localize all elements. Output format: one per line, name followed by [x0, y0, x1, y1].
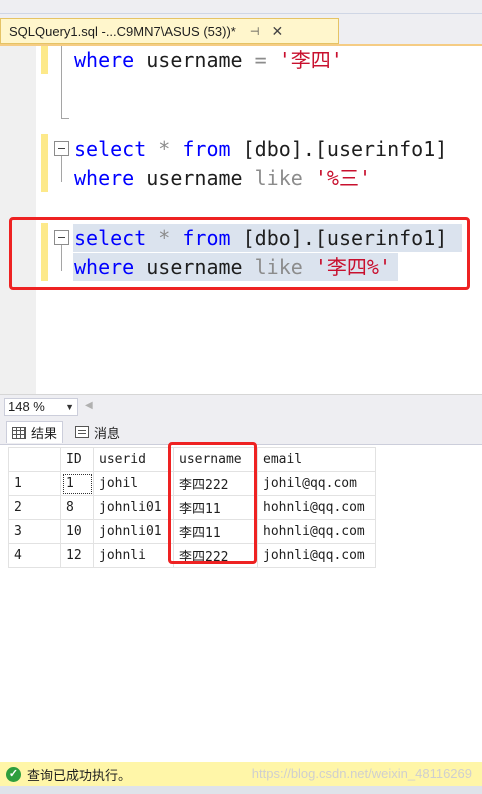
close-icon[interactable]: ✕	[271, 23, 283, 40]
cell-id[interactable]: 8	[60, 495, 94, 520]
tab-results[interactable]: 结果	[6, 421, 64, 443]
cell-userid[interactable]: johnli01	[93, 519, 174, 544]
status-text: 查询已成功执行。	[27, 767, 132, 783]
cell-email[interactable]: hohnli@qq.com	[257, 519, 376, 544]
cell-id[interactable]: 1	[60, 471, 94, 496]
watermark: https://blog.csdn.net/weixin_48116269	[251, 766, 472, 781]
cell-userid[interactable]: johnli	[93, 543, 174, 568]
cell-id[interactable]: 12	[60, 543, 94, 568]
message-icon	[75, 426, 89, 438]
zoom-value: 148 %	[8, 399, 45, 414]
fold-guide-end	[61, 118, 69, 119]
code-line-1: where username = '李四'	[74, 48, 343, 72]
query-tab-title: SQLQuery1.sql -...C9MN7\ASUS (53))*	[9, 23, 236, 39]
results-tabbar: 结果 消息	[0, 418, 482, 444]
code-line-select-2: select * from [dbo].[userinfo1]	[74, 137, 448, 161]
fold-guide	[61, 156, 62, 182]
pin-icon[interactable]: ⊣	[250, 25, 260, 38]
row-number[interactable]: 4	[8, 543, 61, 568]
row-number[interactable]: 2	[8, 495, 61, 520]
cell-email[interactable]: hohnli@qq.com	[257, 495, 376, 520]
change-marker	[41, 46, 48, 74]
toolbar-strip	[0, 0, 482, 14]
cell-userid[interactable]: johnli01	[93, 495, 174, 520]
row-number[interactable]: 1	[8, 471, 61, 496]
fold-guide	[61, 46, 62, 118]
tab-results-label: 结果	[31, 426, 58, 441]
status-bar: ✓ 查询已成功执行。 https://blog.csdn.net/weixin_…	[0, 762, 482, 786]
change-marker	[41, 134, 48, 192]
cell-email[interactable]: johil@qq.com	[257, 471, 376, 496]
highlight-box-username-column	[168, 442, 257, 564]
check-circle-icon: ✓	[6, 766, 21, 782]
zoom-dropdown[interactable]: 148 % ▼	[4, 398, 78, 416]
row-number[interactable]: 3	[8, 519, 61, 544]
cell-id[interactable]: 10	[60, 519, 94, 544]
grid-header-rownum	[8, 447, 61, 472]
code-line-where-2: where username like '%三'	[74, 166, 371, 190]
tab-messages[interactable]: 消息	[70, 421, 125, 443]
chevron-down-icon: ▼	[65, 402, 74, 412]
grid-icon	[12, 426, 26, 439]
cell-userid[interactable]: johil	[93, 471, 174, 496]
ssms-window: SQLQuery1.sql -...C9MN7\ASUS (53))* ⊣ ✕ …	[0, 0, 482, 794]
grid-header-id[interactable]: ID	[60, 447, 94, 472]
collapse-icon[interactable]	[54, 141, 69, 156]
tab-messages-label: 消息	[94, 425, 121, 441]
cell-email[interactable]: johnli@qq.com	[257, 543, 376, 568]
grid-header-email[interactable]: email	[257, 447, 376, 472]
zoom-bar: 148 % ▼ ◀	[0, 394, 482, 418]
query-tab[interactable]: SQLQuery1.sql -...C9MN7\ASUS (53))* ⊣ ✕	[0, 18, 339, 44]
scroll-left-icon[interactable]: ◀	[85, 400, 93, 411]
grid-header-userid[interactable]: userid	[93, 447, 174, 472]
highlight-box-query	[9, 217, 470, 290]
bottom-strip	[0, 786, 482, 794]
sql-editor[interactable]: where username = '李四' select * from [dbo…	[0, 46, 482, 394]
